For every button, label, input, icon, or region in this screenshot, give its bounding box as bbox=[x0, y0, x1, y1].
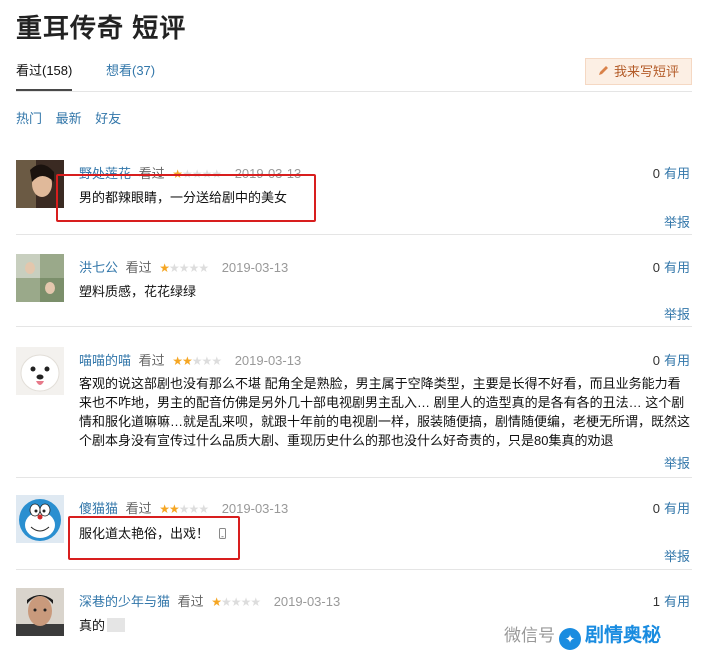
comment-status: 看过 bbox=[125, 260, 152, 275]
comment-text-line: 客观的说这部剧也没有那么不堪 配角全是熟脸，男主属于空降类型，主要是长得不好看，… bbox=[79, 376, 681, 391]
watermark-name: 剧情奥秘 bbox=[585, 625, 662, 646]
highlight-box bbox=[56, 174, 316, 222]
comment-text-content: 真的 bbox=[79, 618, 106, 633]
vote-count: 0 bbox=[652, 260, 660, 275]
useful-vote[interactable]: 0 有用 bbox=[653, 163, 690, 182]
sort-friends[interactable]: 好友 bbox=[95, 111, 121, 126]
useful-label: 有用 bbox=[663, 166, 690, 181]
pencil-icon bbox=[598, 59, 610, 84]
rating-stars: ★★★★★ bbox=[211, 595, 261, 609]
rating-stars: ★★★★★ bbox=[172, 354, 222, 368]
comment-item: 洪七公 看过 ★★★★★ 2019-03-13 0 有用 塑料质感，花花绿绿 举报 bbox=[16, 254, 692, 327]
comment-date: 2019-03-13 bbox=[221, 501, 289, 516]
useful-label: 有用 bbox=[663, 260, 690, 275]
comment-status: 看过 bbox=[177, 594, 204, 609]
sort-latest[interactable]: 最新 bbox=[56, 111, 82, 126]
useful-label: 有用 bbox=[663, 353, 690, 368]
vote-count: 1 bbox=[652, 594, 660, 609]
tab-bar: 看过(158) 想看(37) 我来写短评 bbox=[16, 58, 692, 92]
avatar[interactable] bbox=[16, 254, 64, 302]
avatar[interactable] bbox=[16, 588, 64, 636]
comment-text: 客观的说这部剧也没有那么不堪 配角全是熟脸，男主属于空降类型，主要是长得不好看，… bbox=[79, 374, 691, 450]
comment-text-line: 来也不咋地，男主的配音仿佛是另外几十部电视剧男主乱入… 剧里人的造型真的是各有各… bbox=[79, 395, 685, 410]
avatar[interactable] bbox=[16, 347, 64, 395]
blurred-text bbox=[107, 618, 126, 632]
comment-date: 2019-03-13 bbox=[273, 594, 341, 609]
report-link[interactable]: 举报 bbox=[664, 212, 690, 231]
sort-links: 热门 最新 好友 bbox=[16, 108, 131, 127]
highlight-box bbox=[68, 516, 240, 560]
report-link[interactable]: 举报 bbox=[664, 453, 690, 472]
comment-meta: 洪七公 看过 ★★★★★ 2019-03-13 bbox=[79, 257, 288, 276]
vote-count: 0 bbox=[652, 353, 660, 368]
rating-stars: ★★★★★ bbox=[159, 502, 209, 516]
comment-user[interactable]: 洪七公 bbox=[79, 260, 118, 275]
comment-meta: 深巷的少年与猫 看过 ★★★★★ 2019-03-13 bbox=[79, 591, 340, 610]
useful-vote[interactable]: 1 有用 bbox=[653, 591, 690, 610]
comment-status: 看过 bbox=[138, 353, 165, 368]
comment-text: 塑料质感，花花绿绿 bbox=[79, 284, 197, 299]
useful-vote[interactable]: 0 有用 bbox=[653, 257, 690, 276]
comment-item: 喵喵的喵 看过 ★★★★★ 2019-03-13 0 有用 客观的说这部剧也没有那… bbox=[16, 347, 692, 478]
comment-user[interactable]: 深巷的少年与猫 bbox=[79, 594, 170, 609]
useful-label: 有用 bbox=[663, 594, 690, 609]
write-review-label: 我来写短评 bbox=[613, 64, 679, 79]
watermark: 微信号 ✦ 剧情奥秘 bbox=[504, 620, 661, 650]
report-link[interactable]: 举报 bbox=[664, 546, 690, 565]
comment-date: 2019-03-13 bbox=[221, 260, 289, 275]
useful-vote[interactable]: 0 有用 bbox=[653, 350, 690, 369]
comment-meta: 傻猫猫 看过 ★★★★★ 2019-03-13 bbox=[79, 498, 288, 517]
comment-user[interactable]: 傻猫猫 bbox=[79, 501, 118, 516]
watermark-prefix: 微信号 bbox=[504, 626, 555, 645]
comment-status: 看过 bbox=[125, 501, 152, 516]
rating-stars: ★★★★★ bbox=[159, 261, 209, 275]
write-review-button[interactable]: 我来写短评 bbox=[584, 58, 692, 85]
comment-date: 2019-03-13 bbox=[234, 353, 302, 368]
avatar[interactable] bbox=[16, 495, 64, 543]
tab-wish[interactable]: 想看(37) bbox=[106, 60, 155, 79]
comment-text-line: 个剧本身没有宣传过什么品质大剧、重现历史什么的那也没什么好奇责的，只是80集真的… bbox=[79, 433, 614, 448]
wechat-logo-icon: ✦ bbox=[559, 628, 581, 650]
vote-count: 0 bbox=[652, 501, 660, 516]
comment-meta: 喵喵的喵 看过 ★★★★★ 2019-03-13 bbox=[79, 350, 301, 369]
useful-vote[interactable]: 0 有用 bbox=[653, 498, 690, 517]
comment-text: 真的 bbox=[79, 616, 126, 635]
useful-label: 有用 bbox=[663, 501, 690, 516]
page-title: 重耳传奇 短评 bbox=[16, 13, 187, 43]
report-link[interactable]: 举报 bbox=[664, 304, 690, 323]
comment-text-line: 情和服化道嘛嘛…就是乱来呗，就跟十年前的电视剧一样，服装随便搞，剧情随便编，老梗… bbox=[79, 414, 691, 429]
vote-count: 0 bbox=[652, 166, 660, 181]
tab-watched[interactable]: 看过(158) bbox=[16, 60, 73, 91]
sort-hot[interactable]: 热门 bbox=[16, 111, 42, 126]
comment-user[interactable]: 喵喵的喵 bbox=[79, 353, 131, 368]
